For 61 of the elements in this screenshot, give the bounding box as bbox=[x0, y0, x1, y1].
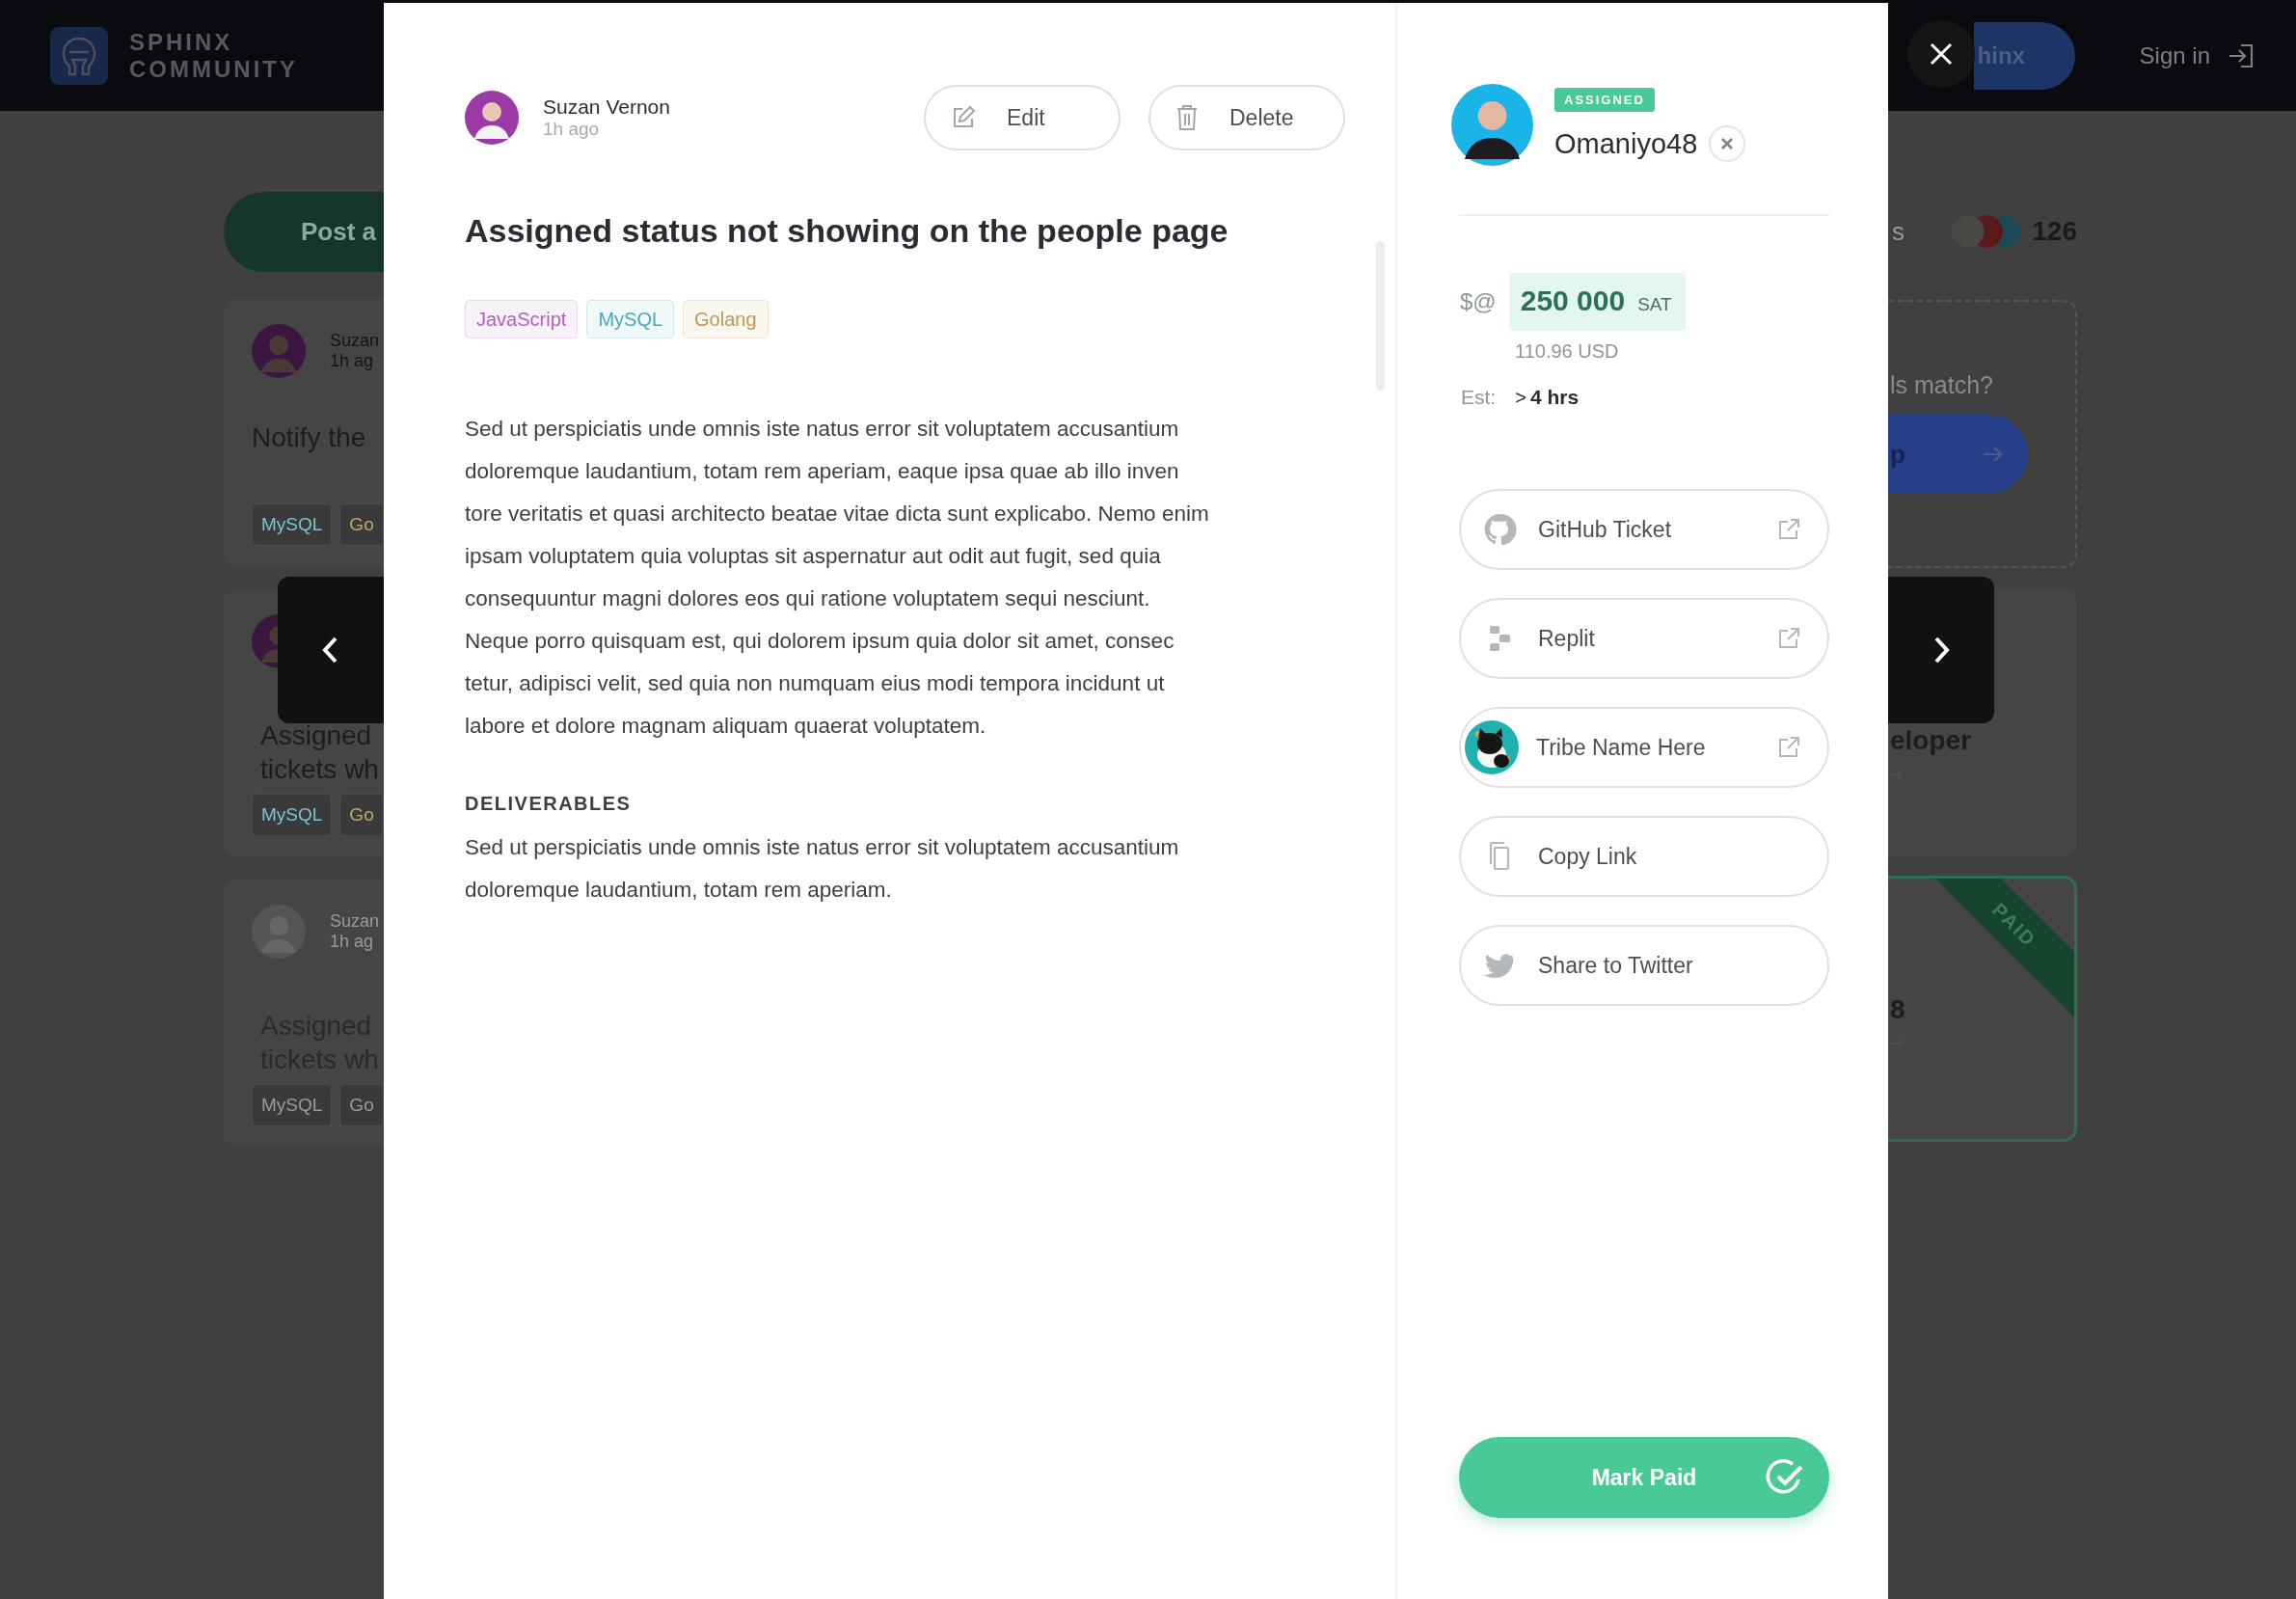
link-button[interactable]: Tribe Name Here bbox=[1459, 707, 1829, 788]
github-icon bbox=[1482, 512, 1517, 547]
description-text: ipsam voluptatem quia voluptas sit aspernatur aut odit aut fugit, sed quia bbox=[465, 543, 1162, 570]
sign-in-icon bbox=[2228, 42, 2255, 68]
description-text: tetur, adipisci velit, sed quia non numquam eius modi tempora incidunt ut bbox=[465, 670, 1166, 697]
arrow-right-icon bbox=[1982, 445, 2005, 464]
author-name: Suzan Vernon bbox=[543, 95, 670, 119]
logo-text: COMMUNITY bbox=[129, 55, 298, 83]
stats-label: s bbox=[1892, 216, 1904, 247]
edit-button[interactable]: Edit bbox=[924, 85, 1121, 150]
tag: Go bbox=[339, 503, 384, 546]
description-text: consequuntur magni dolores eos qui ratione voluptatem sequi nesciunt. bbox=[465, 585, 1151, 612]
tag: MySQL bbox=[586, 300, 675, 339]
description-text: labore et dolore magnam aliquam quaerat voluptatem. bbox=[465, 713, 987, 740]
estimate-prefix: > bbox=[1515, 387, 1526, 409]
post-button[interactable]: Post a bbox=[224, 192, 384, 272]
trash-icon bbox=[1175, 104, 1199, 131]
prompt-text: ls match? bbox=[1889, 371, 1994, 399]
ticket-title: Assigned status not showing on the people page bbox=[465, 211, 1229, 251]
tag: MySQL bbox=[252, 794, 333, 836]
description-text: doloremque laudantium, totam rem aperiam, eaque ipsa quae ab illo inven bbox=[465, 458, 1180, 485]
avatar bbox=[465, 91, 519, 145]
sat-amount: 250 000 bbox=[1520, 285, 1626, 317]
description-text: Neque porro quisquam est, qui dolorem ipsum quia dolor sit amet, consec bbox=[465, 628, 1175, 655]
sign-in-button[interactable]: Sign in bbox=[2139, 41, 2255, 69]
avatar bbox=[252, 905, 306, 959]
estimate-label: Est: bbox=[1461, 386, 1497, 409]
logo-text: SPHINX bbox=[129, 28, 234, 56]
post-time: 1h ago bbox=[543, 119, 601, 140]
link-button[interactable]: GitHub Ticket bbox=[1459, 489, 1829, 570]
deliverables-text: doloremque laudantium, totam rem aperiam. bbox=[465, 877, 893, 904]
section-heading: DELIVERABLES bbox=[465, 793, 632, 815]
post-time: 1h ag bbox=[330, 932, 375, 952]
tag: MySQL bbox=[252, 503, 333, 546]
status-badge: ASSIGNED bbox=[1554, 88, 1655, 112]
link-button[interactable]: Replit bbox=[1459, 598, 1829, 679]
close-icon bbox=[1720, 137, 1735, 150]
unassign-button[interactable] bbox=[1709, 125, 1746, 162]
tag: Golang bbox=[683, 300, 769, 339]
deliverables-text: Sed ut perspiciatis unde omnis iste natus error sit voluptatem accusantium bbox=[465, 834, 1179, 861]
sphinx-logo-icon bbox=[50, 26, 108, 85]
next-button[interactable] bbox=[1888, 577, 1994, 723]
sat-unit: SAT bbox=[1637, 294, 1672, 315]
delete-button[interactable]: Delete bbox=[1148, 85, 1345, 150]
previous-button[interactable] bbox=[278, 577, 384, 723]
description-text: Sed ut perspiciatis unde omnis iste natus error sit voluptatem accusantium bbox=[465, 416, 1180, 443]
estimate-value: 4 hrs bbox=[1529, 386, 1580, 409]
edit-icon bbox=[951, 105, 976, 130]
link-button[interactable]: Copy Link bbox=[1459, 816, 1829, 897]
tag: Go bbox=[339, 1084, 384, 1126]
currency-symbol: $@ bbox=[1460, 288, 1497, 315]
author-name: Suzan bbox=[330, 911, 380, 932]
assignee-name: Omaniyo48 bbox=[1554, 127, 1698, 160]
tag: Go bbox=[339, 794, 384, 836]
close-icon bbox=[1930, 42, 1953, 66]
tag: MySQL bbox=[252, 1084, 333, 1126]
description-text: tore veritatis et quasi architecto beatae vitae dicta sunt explicabo. Nemo enim bbox=[465, 501, 1209, 528]
usd-amount: 110.96 USD bbox=[1515, 340, 1619, 363]
avatar bbox=[252, 324, 306, 378]
link-button[interactable]: Share to Twitter bbox=[1459, 925, 1829, 1006]
tag: JavaScript bbox=[465, 300, 579, 339]
